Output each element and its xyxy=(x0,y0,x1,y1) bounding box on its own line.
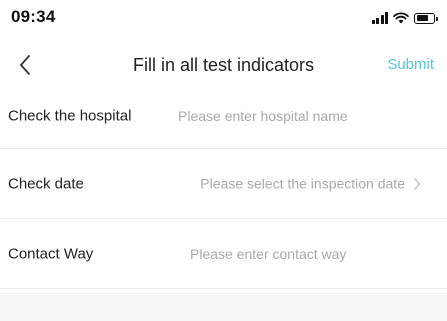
submit-button[interactable]: Submit xyxy=(387,56,434,73)
footer-background xyxy=(0,293,447,321)
contact-way-input[interactable] xyxy=(190,245,410,262)
wifi-icon xyxy=(393,12,409,24)
chevron-right-icon[interactable] xyxy=(413,177,421,190)
inspection-date-select[interactable]: Please select the inspection date xyxy=(185,175,405,192)
date-label: Check date xyxy=(8,175,84,192)
form-row-hospital: Check the hospital xyxy=(0,83,447,149)
battery-icon xyxy=(414,12,438,24)
status-bar: 09:34 xyxy=(0,0,447,36)
indicator-form: Check the hospital Check date Please sel… xyxy=(0,83,447,289)
cellular-signal-icon xyxy=(371,12,388,24)
form-row-date[interactable]: Check date Please select the inspection … xyxy=(0,149,447,219)
contact-label: Contact Way xyxy=(8,245,94,262)
form-row-contact: Contact Way xyxy=(0,219,447,289)
hospital-label: Check the hospital xyxy=(8,107,132,124)
page-title: Fill in all test indicators xyxy=(132,55,315,75)
status-icons xyxy=(371,10,438,24)
hospital-name-input[interactable] xyxy=(178,107,398,124)
status-time: 09:34 xyxy=(11,7,56,26)
app-screen: 09:34 Fill in all test indicators Submit… xyxy=(0,0,447,321)
